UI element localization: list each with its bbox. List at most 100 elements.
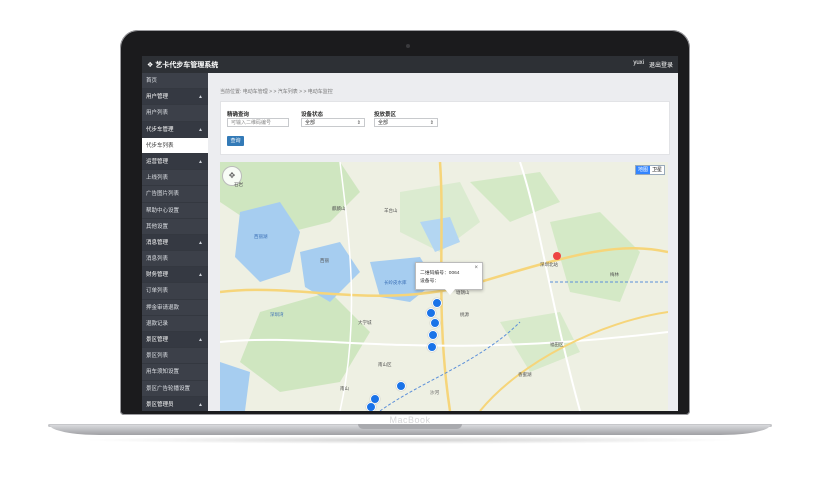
sidebar-item[interactable]: 用车须知设置 — [142, 364, 208, 381]
sidebar-item-label: 消息列表 — [146, 256, 169, 263]
vehicle-marker[interactable] — [426, 308, 436, 318]
sidebar-item-label: 退款记录 — [146, 320, 169, 327]
sidebar-group[interactable]: 运营管理 ▲ — [142, 153, 208, 171]
vehicle-marker[interactable] — [396, 381, 406, 391]
compass-icon: ✥ — [228, 171, 236, 180]
sidebar-item-label: 上线列表 — [146, 175, 169, 182]
sidebar-item-label: 订单列表 — [146, 288, 169, 295]
screen: ❖ 艺卡代步车管理系统 yuxi 退出登录 首页 用户管理 ▲ 用户列表 代步车管理 ▲ 代步… — [142, 56, 678, 411]
laptop-notch — [358, 424, 462, 429]
app-header: ❖ 艺卡代步车管理系统 yuxi 退出登录 — [142, 56, 678, 73]
logout-link[interactable]: 退出登录 — [649, 60, 673, 69]
chevron-up-icon: ▲ — [198, 401, 203, 408]
map-label: 大学城 — [358, 320, 372, 325]
sidebar-item[interactable]: 广告图片列表 — [142, 186, 208, 203]
chevron-up-icon: ▲ — [198, 239, 203, 246]
camera-icon — [406, 44, 410, 48]
sidebar-item-label: 景区管理 — [146, 337, 169, 343]
map-label: 梅林 — [610, 272, 619, 277]
popup-qr-code: 二维码编号：0064 — [420, 271, 460, 276]
vehicle-marker[interactable] — [427, 342, 437, 352]
map-label: 石岩 — [234, 182, 243, 187]
map-label: 南山 — [340, 386, 349, 391]
chevron-up-icon: ▲ — [198, 126, 203, 133]
popup-tail — [444, 288, 456, 295]
sidebar-item-label: 代步车管理 — [146, 126, 174, 133]
sidebar-item-label: 帮助中心设置 — [146, 207, 180, 214]
sidebar-group[interactable]: 财务管理 ▲ — [142, 267, 208, 284]
logo-icon: ❖ — [147, 62, 154, 69]
map-label: 香蜜湖 — [518, 372, 532, 377]
user-name[interactable]: yuxi — [633, 60, 644, 66]
select-arrow-icon: ⇕ — [429, 120, 434, 126]
chevron-up-icon: ▲ — [198, 94, 203, 101]
sidebar-item-label: 广告图片列表 — [146, 191, 180, 198]
chevron-up-icon: ▲ — [198, 158, 203, 165]
sidebar-item-label: 用户管理 — [146, 94, 169, 101]
map-label: 深圳湾 — [270, 312, 284, 317]
sidebar-item[interactable]: 代步车列表 — [142, 137, 208, 154]
sidebar-item[interactable]: 其他设置 — [142, 219, 208, 235]
sidebar-item-label: 消息管理 — [146, 239, 169, 246]
sidebar-item-label: 财务管理 — [146, 272, 169, 279]
map-type-map[interactable]: 地图 — [635, 166, 650, 174]
map-type-satellite[interactable]: 卫星 — [650, 166, 664, 174]
sidebar-group[interactable]: 景区管理 ▲ — [142, 332, 208, 349]
map-label: 沙河 — [430, 390, 439, 395]
map-label: 福田区 — [550, 342, 564, 347]
map-label: 羊台山 — [384, 208, 398, 213]
sidebar-item-label: 用车须知设置 — [146, 369, 180, 376]
sidebar-item[interactable]: 消息列表 — [142, 251, 208, 268]
sidebar-group[interactable]: 景区管理员 ▲ — [142, 396, 208, 411]
sidebar-item-label: 运营管理 — [146, 158, 169, 165]
map-label: 深圳北站 — [540, 262, 558, 267]
vehicle-marker[interactable] — [428, 330, 438, 340]
map-label: 长岭皮水库 — [384, 280, 407, 285]
vehicle-marker[interactable] — [432, 298, 442, 308]
map-label: 桃源 — [460, 312, 469, 317]
vehicle-marker[interactable] — [430, 318, 440, 328]
area-select[interactable]: 全部 ⇕ — [374, 118, 438, 127]
sidebar-item[interactable]: 上线列表 — [142, 170, 208, 187]
status-select-value: 全部 — [305, 120, 316, 126]
popup-device-id: 设备号： — [420, 279, 440, 284]
sidebar-item-label: 景区列表 — [146, 353, 169, 360]
vehicle-marker[interactable] — [366, 402, 376, 411]
area-label: 投放景区 — [374, 112, 397, 118]
close-icon[interactable]: × — [474, 265, 478, 271]
sidebar-item[interactable]: 景区列表 — [142, 348, 208, 365]
status-label: 设备状态 — [301, 112, 324, 118]
chevron-up-icon: ▲ — [198, 337, 203, 343]
map-label: 西丽 — [320, 258, 329, 263]
sidebar-item[interactable]: 首页 — [142, 73, 208, 90]
area-select-value: 全部 — [378, 120, 389, 126]
sidebar-item[interactable]: 订单列表 — [142, 283, 208, 300]
sidebar-item-label: 代步车列表 — [146, 142, 174, 149]
map-label: 塘朗山 — [456, 290, 470, 295]
sidebar: 首页用户管理 ▲ 用户列表代步车管理 ▲ 代步车列表运营管理 ▲ 上线列表广告图片列表 帮助中… — [142, 73, 208, 411]
sidebar-item-label: 首页 — [146, 78, 158, 84]
chevron-up-icon: ▲ — [198, 272, 203, 279]
filter-panel: 精确查询 可输入二维码编号 设备状态 全部 ⇕ 投放景区 全部 ⇕ 查询 — [220, 101, 670, 155]
sidebar-item[interactable]: 退款记录 — [142, 316, 208, 332]
sidebar-group[interactable]: 代步车管理 ▲ — [142, 121, 208, 138]
map-label: 西丽湖 — [254, 234, 268, 239]
search-label: 精确查询 — [227, 112, 250, 118]
sidebar-item-label: 押金审请退款 — [146, 304, 180, 311]
sidebar-item[interactable]: 帮助中心设置 — [142, 203, 208, 219]
sidebar-group[interactable]: 消息管理 ▲ — [142, 234, 208, 252]
sidebar-item[interactable]: 押金审请退款 — [142, 300, 208, 316]
map-type-toggle[interactable]: 地图 卫星 — [634, 165, 665, 175]
query-button[interactable]: 查询 — [227, 136, 244, 146]
breadcrumb: 当前位置: 电动车管理 > > 汽车列表 > > 电动车监控 — [220, 89, 333, 95]
qr-search-input[interactable]: 可输入二维码编号 — [227, 118, 289, 127]
map-view[interactable]: ✥ 地图 卫星 西丽湖 石岩 麒麟山 羊台山 长岭皮水库 深圳湾 南山区 福田区… — [220, 162, 668, 411]
status-select[interactable]: 全部 ⇕ — [301, 118, 365, 127]
vehicle-info-popup: 二维码编号：0064 设备号： × — [415, 262, 483, 290]
sidebar-item-label: 景区管理员 — [146, 401, 174, 408]
sidebar-group[interactable]: 用户管理 ▲ — [142, 89, 208, 106]
select-arrow-icon: ⇕ — [356, 120, 361, 126]
sidebar-item[interactable]: 用户列表 — [142, 105, 208, 122]
sidebar-item-label: 其他设置 — [146, 223, 169, 230]
sidebar-item[interactable]: 景区广告轮播设置 — [142, 381, 208, 397]
